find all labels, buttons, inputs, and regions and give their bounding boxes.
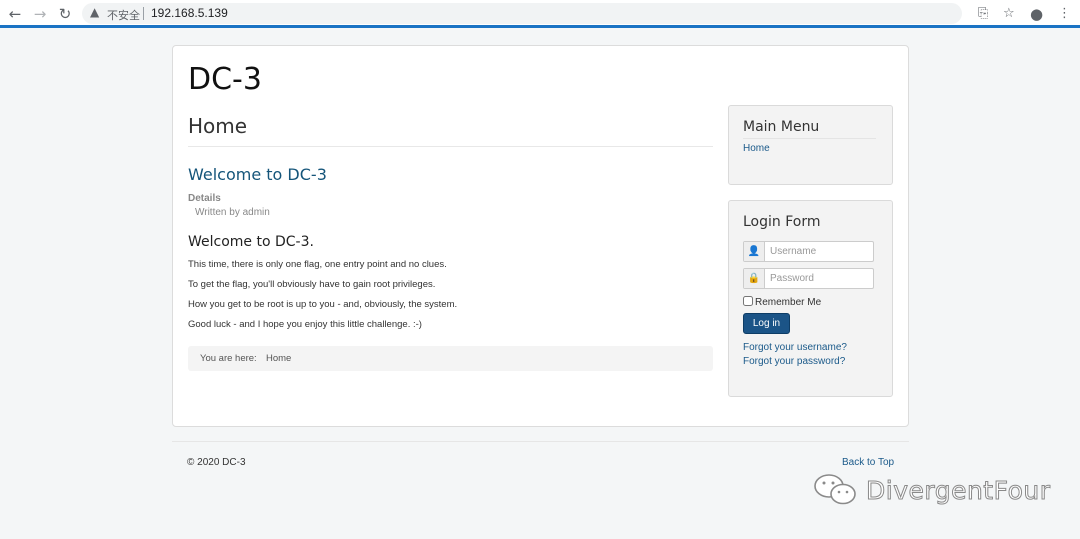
page-title: Home: [188, 114, 248, 138]
warning-icon[interactable]: ▲: [90, 5, 99, 19]
divider: [188, 146, 713, 147]
watermark: DivergentFour: [812, 470, 1051, 510]
site-brand[interactable]: DC-3: [188, 62, 262, 97]
back-to-top-link[interactable]: Back to Top: [842, 457, 894, 468]
article-heading: Welcome to DC-3.: [188, 234, 314, 250]
address-bar[interactable]: ▲ 不安全 192.168.5.139: [82, 3, 962, 24]
article-paragraph: How you get to be root is up to you - an…: [188, 299, 458, 310]
back-arrow-icon[interactable]: ←: [6, 5, 24, 23]
article-paragraph: To get the flag, you'll obviously have t…: [188, 279, 436, 290]
article-paragraph: This time, there is only one flag, one e…: [188, 259, 447, 270]
password-input[interactable]: [766, 269, 873, 288]
article-details-label: Details: [188, 193, 221, 204]
wechat-icon: [814, 474, 856, 505]
breadcrumb: You are here: Home: [188, 346, 713, 371]
main-menu-title: Main Menu: [743, 119, 820, 135]
watermark-text: DivergentFour: [866, 475, 1051, 505]
reload-icon[interactable]: ↻: [56, 5, 74, 23]
menu-item-home[interactable]: Home: [743, 143, 770, 154]
browser-toolbar: ← → ↻ ▲ 不安全 192.168.5.139 ⎘ ☆ ● ⋮: [0, 0, 1080, 28]
remember-me-checkbox[interactable]: [743, 296, 753, 306]
remember-me-label: Remember Me: [755, 297, 822, 308]
username-field[interactable]: 👤: [743, 241, 874, 262]
address-separator: [143, 7, 144, 20]
forgot-password-link[interactable]: Forgot your password?: [743, 356, 845, 367]
main-menu-module: Main Menu Home: [728, 105, 893, 185]
breadcrumb-current: Home: [266, 353, 292, 364]
login-button[interactable]: Log in: [743, 313, 790, 334]
article-title-link[interactable]: Welcome to DC-3: [188, 165, 327, 184]
lock-icon: 🔒: [744, 269, 765, 288]
bookmark-star-icon[interactable]: ☆: [1003, 5, 1015, 23]
page-container: DC-3 Home Welcome to DC-3 Details Writte…: [172, 45, 909, 427]
menu-dots-icon[interactable]: ⋮: [1058, 5, 1071, 23]
password-field[interactable]: 🔒: [743, 268, 874, 289]
login-form-module: Login Form 👤 🔒 Remember Me Log in Forgot…: [728, 200, 893, 397]
forward-arrow-icon[interactable]: →: [31, 5, 49, 23]
footer-divider: [172, 441, 909, 442]
forgot-username-link[interactable]: Forgot your username?: [743, 342, 847, 353]
login-form-title: Login Form: [743, 214, 821, 230]
breadcrumb-label: You are here:: [200, 353, 257, 364]
translate-icon[interactable]: ⎘: [978, 5, 988, 23]
article-paragraph: Good luck - and I hope you enjoy this li…: [188, 319, 422, 330]
profile-icon[interactable]: ●: [1030, 5, 1043, 23]
url-text[interactable]: 192.168.5.139: [151, 6, 228, 20]
divider: [743, 138, 876, 139]
user-icon: 👤: [744, 242, 765, 261]
footer-copyright: © 2020 DC-3: [187, 457, 246, 468]
username-input[interactable]: [766, 242, 873, 261]
insecure-label[interactable]: 不安全: [107, 7, 140, 23]
article-author: Written by admin: [195, 207, 270, 218]
remember-me[interactable]: Remember Me: [743, 296, 821, 308]
